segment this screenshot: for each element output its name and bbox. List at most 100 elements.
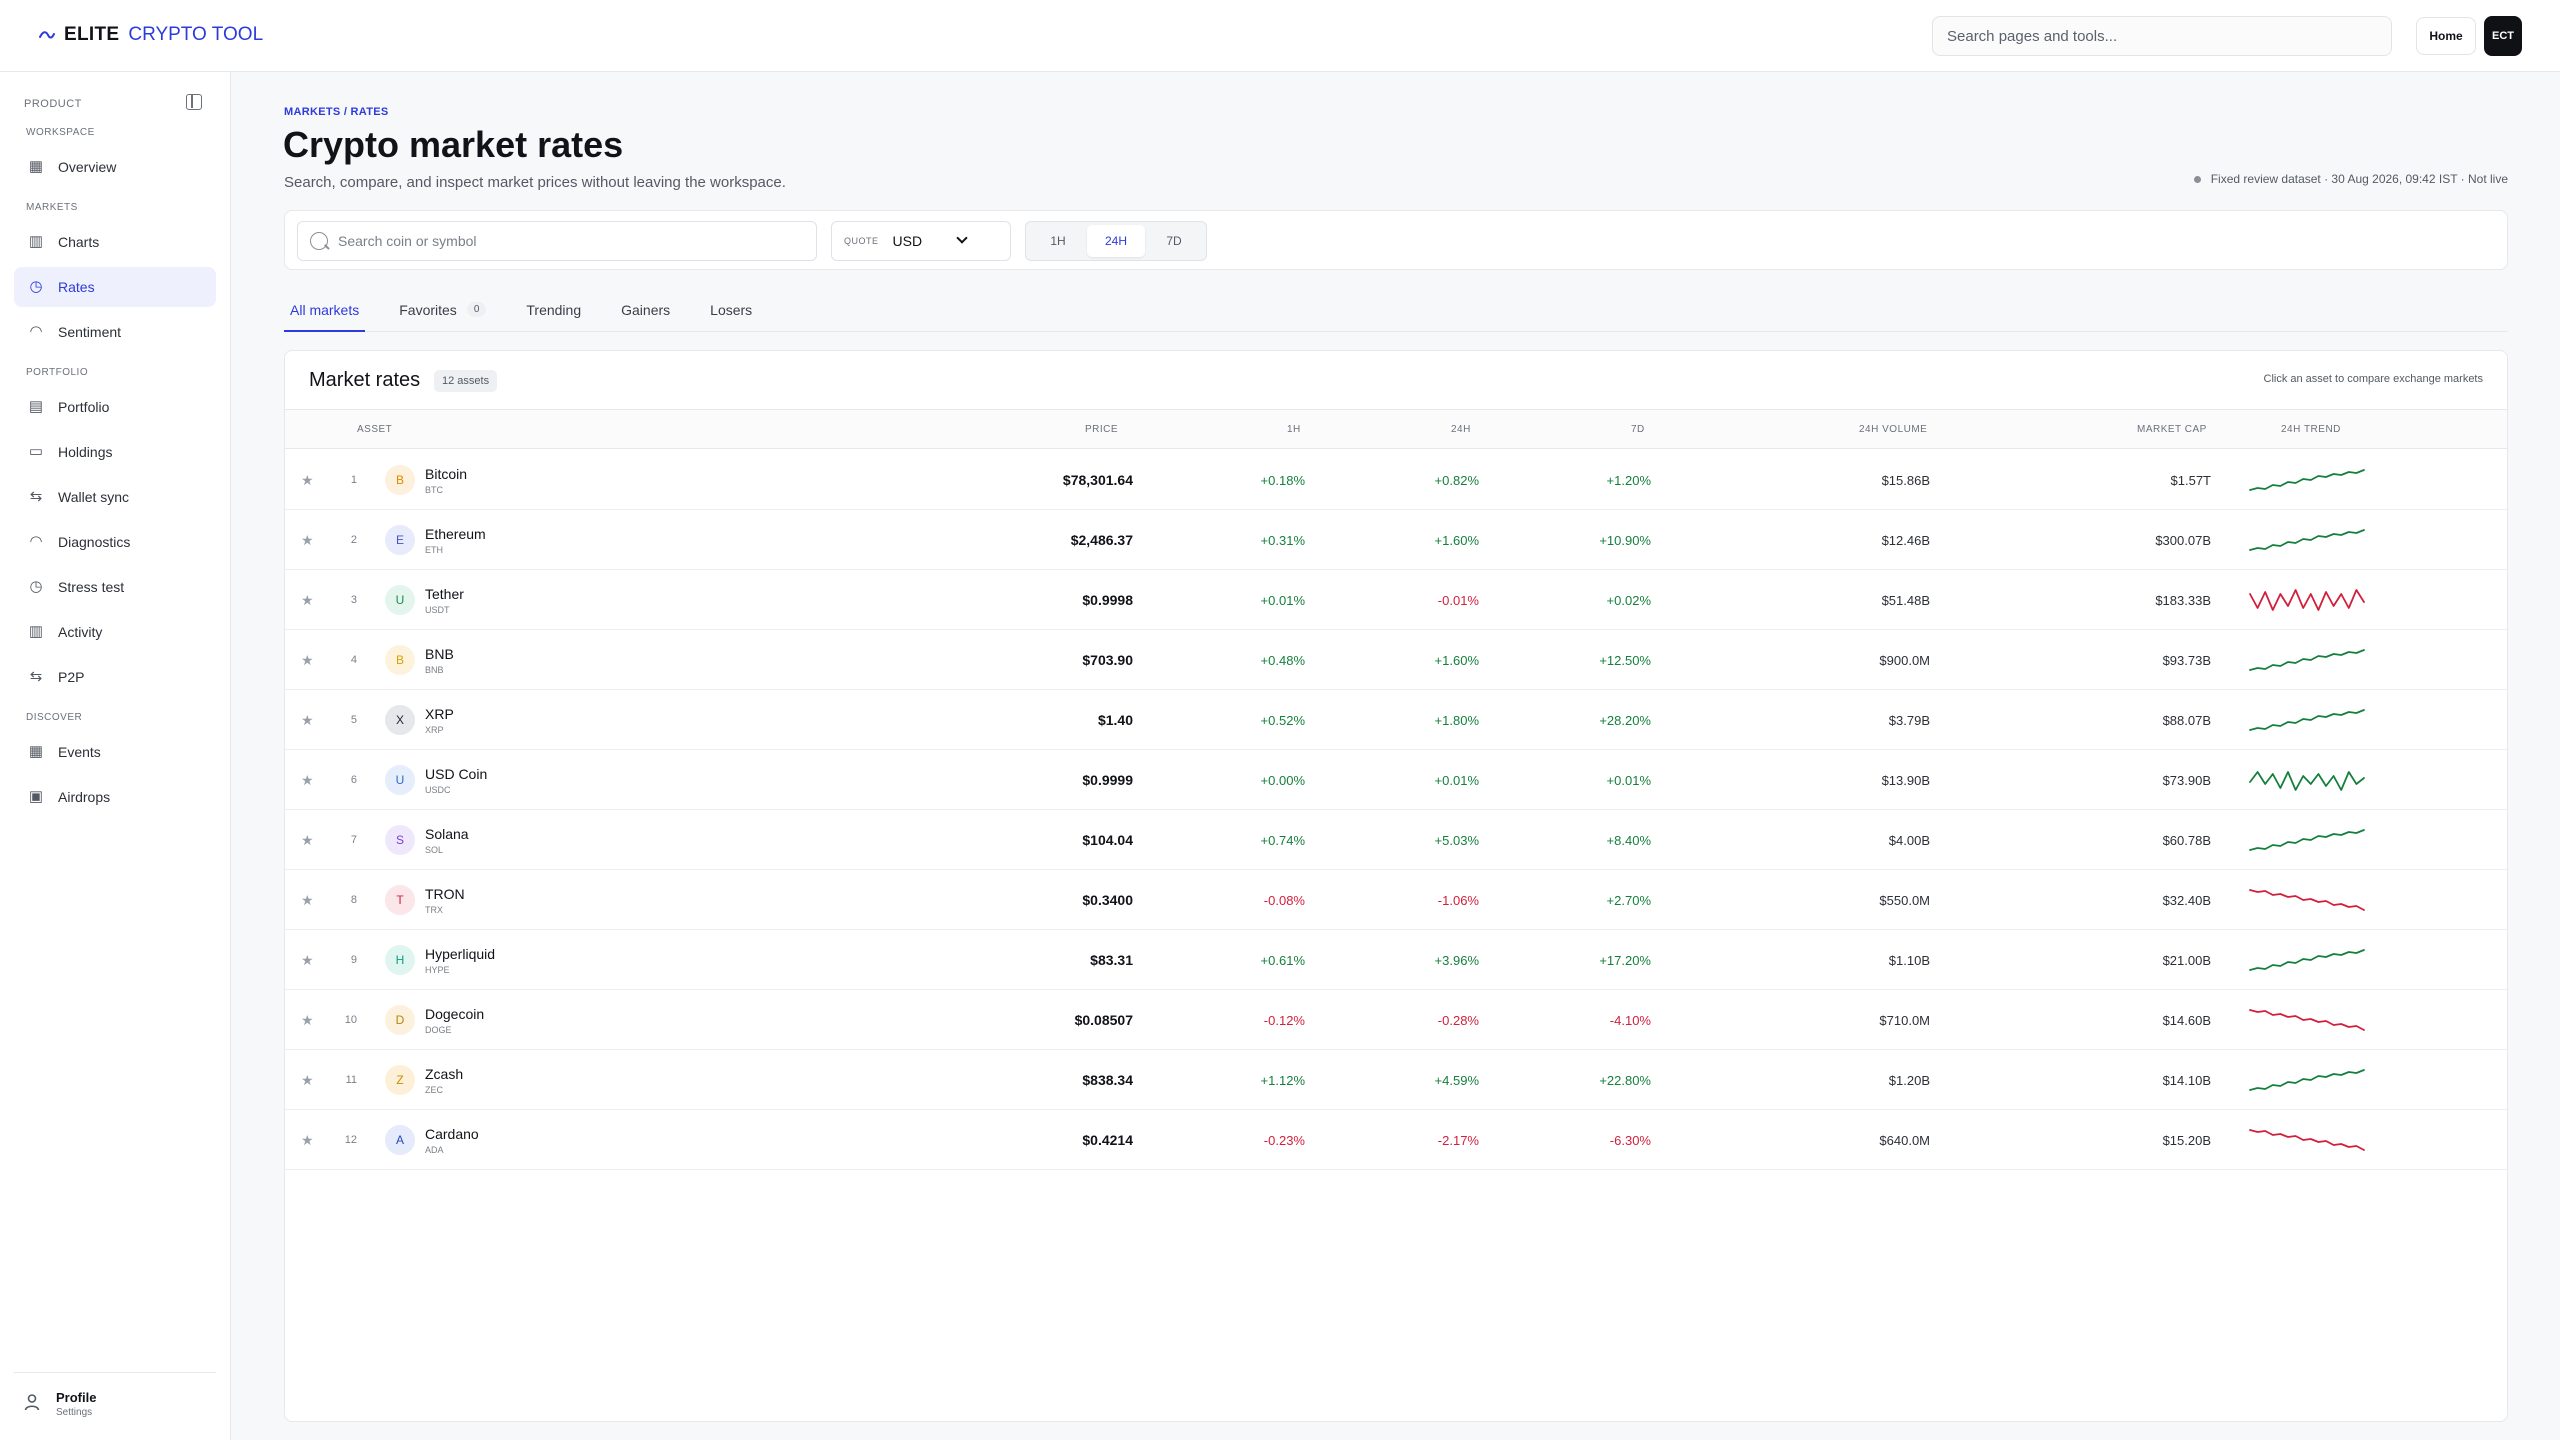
asset-rank: 9	[350, 954, 357, 966]
favorite-star-icon[interactable]: ★	[301, 510, 317, 570]
change-7d: -4.10%	[1609, 1012, 1651, 1028]
asset-symbol: ETH	[425, 544, 443, 555]
volume-24h: $4.00B	[1888, 832, 1930, 848]
favorite-star-icon[interactable]: ★	[301, 930, 317, 990]
table-row[interactable]: ★ 2 E Ethereum ETH $2,486.37 +0.31% +1.60% +10.9…	[285, 510, 2507, 570]
swap-icon: ⇆	[29, 488, 43, 505]
tab-gainers[interactable]: Gainers	[615, 296, 676, 332]
sidebar-item-label: Wallet sync	[58, 489, 130, 505]
change-7d: +2.70%	[1606, 892, 1651, 908]
sidebar-item-stress-test[interactable]: ◷ Stress test	[14, 567, 216, 607]
favorite-star-icon[interactable]: ★	[301, 870, 317, 930]
table-row[interactable]: ★ 6 U USD Coin USDC $0.9999 +0.00% +0.01% +0.01%…	[285, 750, 2507, 810]
table-row[interactable]: ★ 4 B BNB BNB $703.90 +0.48% +1.60% +12.50% $900.…	[285, 630, 2507, 690]
timeframe-24h[interactable]: 24H	[1087, 225, 1145, 257]
timeframe-1h[interactable]: 1H	[1029, 225, 1087, 257]
sidebar-item-diagnostics[interactable]: ◠ Diagnostics	[14, 522, 216, 562]
col-price[interactable]: PRICE	[1085, 424, 1118, 435]
asset-cell[interactable]: Zcash ZEC	[425, 1050, 463, 1110]
trend-sparkline	[2249, 949, 2365, 971]
timeframe-7d[interactable]: 7D	[1145, 225, 1203, 257]
favorite-star-icon[interactable]: ★	[301, 630, 317, 690]
asset-cell[interactable]: TRON TRX	[425, 870, 465, 930]
asset-price: $78,301.64	[1062, 472, 1133, 488]
asset-symbol: TRX	[425, 904, 443, 915]
sidebar-item-activity[interactable]: ▥ Activity	[14, 612, 216, 652]
coin-icon: U	[385, 765, 415, 795]
change-1h: +0.48%	[1260, 652, 1305, 668]
coin-search-input[interactable]	[338, 233, 798, 249]
sidebar-collapse-icon[interactable]	[186, 94, 202, 110]
favorite-star-icon[interactable]: ★	[301, 1050, 317, 1110]
sidebar-item-holdings[interactable]: ▭ Holdings	[14, 432, 216, 472]
favorite-star-icon[interactable]: ★	[301, 1110, 317, 1170]
tab-trending[interactable]: Trending	[520, 296, 587, 332]
asset-name: Zcash	[425, 1065, 464, 1082]
sidebar-item-sentiment[interactable]: ◠ Sentiment	[14, 312, 216, 352]
sidebar-item-rates[interactable]: ◷ Rates	[14, 267, 216, 307]
favorite-star-icon[interactable]: ★	[301, 750, 317, 810]
asset-cell[interactable]: Dogecoin DOGE	[425, 990, 484, 1050]
table-row[interactable]: ★ 3 U Tether USDT $0.9998 +0.01% -0.01% +0.02% $5…	[285, 570, 2507, 630]
col-7d[interactable]: 7D	[1631, 424, 1645, 435]
asset-cell[interactable]: Bitcoin BTC	[425, 450, 467, 510]
favorite-star-icon[interactable]: ★	[301, 450, 317, 510]
market-cap: $1.57T	[2170, 472, 2211, 488]
tab-label: Losers	[710, 302, 753, 318]
brand-logo[interactable]: ELITE CRYPTO TOOL	[38, 24, 263, 46]
col-volume[interactable]: 24H VOLUME	[1859, 424, 1927, 435]
tab-losers[interactable]: Losers	[704, 296, 758, 332]
change-24h: +0.82%	[1434, 472, 1479, 488]
table-row[interactable]: ★ 7 S Solana SOL $104.04 +0.74% +5.03% +8.40% $4.…	[285, 810, 2507, 870]
favorite-star-icon[interactable]: ★	[301, 990, 317, 1050]
coin-icon: H	[385, 945, 415, 975]
asset-cell[interactable]: USD Coin USDC	[425, 750, 487, 810]
breadcrumb[interactable]: MARKETS / RATES	[284, 106, 389, 118]
asset-symbol: ADA	[425, 1144, 444, 1155]
table-row[interactable]: ★ 1 B Bitcoin BTC $78,301.64 +0.18% +0.82% +1.20…	[285, 450, 2507, 510]
profile-link[interactable]: Profile Settings	[24, 1390, 96, 1418]
col-24h[interactable]: 24H	[1451, 424, 1471, 435]
table-row[interactable]: ★ 12 A Cardano ADA $0.4214 -0.23% -2.17% -6.30% $…	[285, 1110, 2507, 1170]
sidebar-item-p2p[interactable]: ⇆ P2P	[14, 657, 216, 697]
quote-select[interactable]: QUOTE USD	[831, 221, 1011, 261]
asset-cell[interactable]: Hyperliquid HYPE	[425, 930, 495, 990]
table-row[interactable]: ★ 11 Z Zcash ZEC $838.34 +1.12% +4.59% +22.80% $1…	[285, 1050, 2507, 1110]
sidebar-item-label: Events	[58, 744, 101, 760]
asset-name: Cardano	[425, 1125, 479, 1142]
favorite-star-icon[interactable]: ★	[301, 810, 317, 870]
favorite-star-icon[interactable]: ★	[301, 690, 317, 750]
global-search[interactable]	[1932, 16, 2392, 56]
volume-24h: $710.0M	[1879, 1012, 1930, 1028]
asset-cell[interactable]: Tether USDT	[425, 570, 464, 630]
asset-cell[interactable]: Ethereum ETH	[425, 510, 486, 570]
asset-cell[interactable]: BNB BNB	[425, 630, 454, 690]
table-row[interactable]: ★ 5 X XRP XRP $1.40 +0.52% +1.80% +28.20% $3.79B $…	[285, 690, 2507, 750]
asset-cell[interactable]: Cardano ADA	[425, 1110, 479, 1170]
sidebar-item-wallet-sync[interactable]: ⇆ Wallet sync	[14, 477, 216, 517]
favorite-star-icon[interactable]: ★	[301, 570, 317, 630]
asset-price: $1.40	[1097, 712, 1133, 728]
sidebar-item-overview[interactable]: ▦ Overview	[14, 147, 216, 187]
asset-cell[interactable]: XRP XRP	[425, 690, 454, 750]
home-button[interactable]: Home	[2416, 17, 2476, 55]
col-asset[interactable]: ASSET	[357, 424, 392, 435]
asset-cell[interactable]: Solana SOL	[425, 810, 469, 870]
avatar[interactable]: ECT	[2484, 16, 2522, 56]
calendar-icon: ▦	[28, 743, 44, 760]
table-row[interactable]: ★ 10 D Dogecoin DOGE $0.08507 -0.12% -0.28% -4.1…	[285, 990, 2507, 1050]
col-1h[interactable]: 1H	[1287, 424, 1301, 435]
sidebar-item-portfolio[interactable]: ▤ Portfolio	[14, 387, 216, 427]
sidebar-item-label: Charts	[58, 234, 100, 250]
global-search-input[interactable]	[1947, 27, 2377, 45]
table-row[interactable]: ★ 8 T TRON TRX $0.3400 -0.08% -1.06% +2.70% $550.…	[285, 870, 2507, 930]
col-market-cap[interactable]: MARKET CAP	[2137, 424, 2207, 435]
sidebar-item-airdrops[interactable]: ▣ Airdrops	[14, 777, 216, 817]
tab-favorites[interactable]: Favorites 0	[393, 296, 492, 332]
sidebar-item-charts[interactable]: ▥ Charts	[14, 222, 216, 262]
bar-chart-icon: ▥	[28, 623, 44, 640]
coin-search[interactable]	[297, 221, 817, 261]
table-row[interactable]: ★ 9 H Hyperliquid HYPE $83.31 +0.61% +3.96% +17.…	[285, 930, 2507, 990]
tab-all-markets[interactable]: All markets	[284, 296, 366, 332]
sidebar-item-events[interactable]: ▦ Events	[14, 732, 216, 772]
